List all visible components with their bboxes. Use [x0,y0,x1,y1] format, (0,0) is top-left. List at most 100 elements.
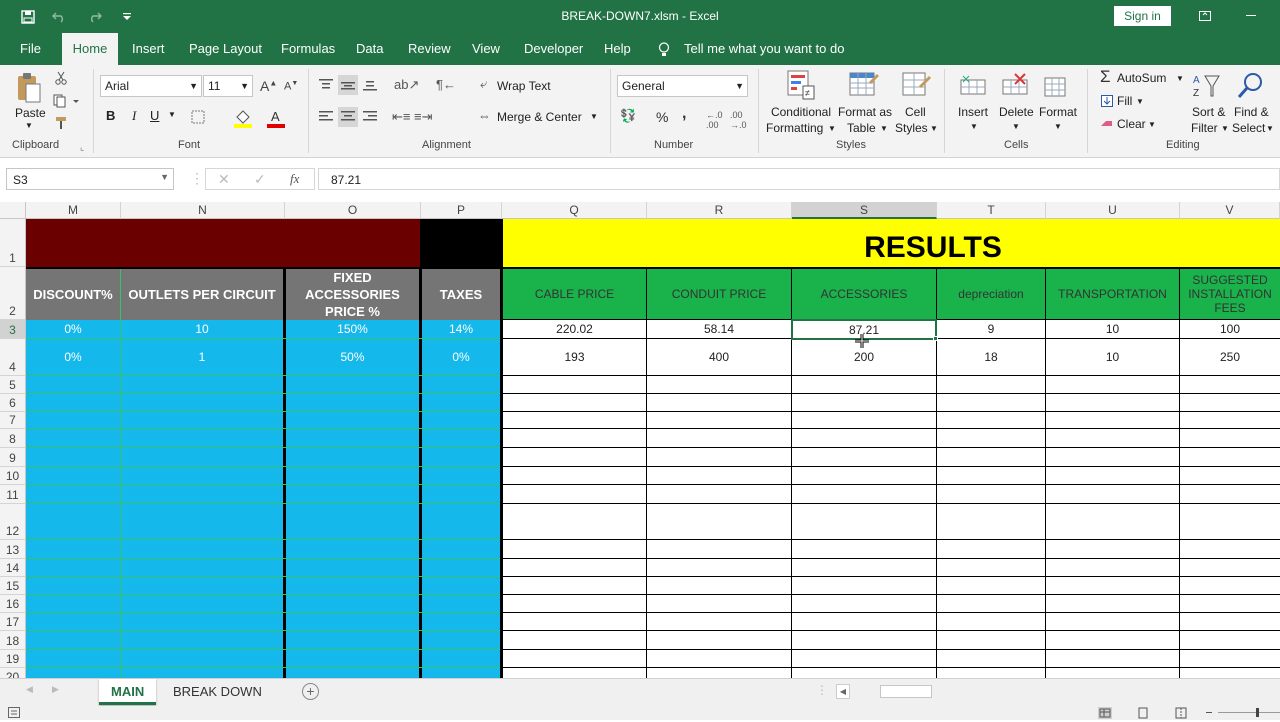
paste-button[interactable]: Paste [15,106,46,120]
conditional-formatting-label-1[interactable]: Conditional [768,105,834,119]
font-color-icon[interactable]: A [265,107,287,129]
format-dropdown-icon[interactable]: ▼ [1054,122,1062,131]
row-header[interactable]: 11 [0,485,26,504]
cell-n4[interactable]: 1 [121,339,283,375]
fill-color-icon[interactable] [232,107,254,129]
row-header[interactable]: 4 [0,339,26,376]
macro-recording-icon[interactable] [8,707,20,718]
row-header[interactable]: 19 [0,650,26,668]
cell-u4[interactable]: 10 [1046,339,1179,375]
find-select-icon[interactable] [1236,71,1266,101]
row-header[interactable]: 6 [0,394,26,412]
decrease-decimal-icon[interactable]: .00 →.0 [730,110,747,130]
cell-q4[interactable]: 193 [503,339,646,375]
name-box-dropdown-icon[interactable]: ▼ [160,172,169,182]
sort-filter-icon[interactable]: AZ [1192,71,1222,101]
header-suggested-installation-fees[interactable]: SUGGESTED INSTALLATION FEES [1180,269,1280,319]
bottom-align-icon[interactable] [360,75,380,95]
column-header-m[interactable]: M [26,202,121,219]
header-accessories[interactable]: ACCESSORIES [792,269,936,319]
conditional-formatting-label-2[interactable]: Formatting [766,121,823,135]
sheet-tab-main[interactable]: MAIN [99,679,157,705]
row-header[interactable]: 7 [0,412,26,429]
tab-split-grip-icon[interactable]: ⋮ [816,683,828,697]
row-header[interactable]: 3 [0,320,26,339]
cell-q3[interactable]: 220.02 [503,320,646,338]
insert-cells-icon[interactable] [958,71,988,101]
formula-input[interactable]: 87.21 [318,168,1280,190]
add-sheet-icon[interactable]: + [302,683,319,700]
insert-cells-button[interactable]: Insert [958,105,988,119]
column-header-u[interactable]: U [1046,202,1180,219]
paste-dropdown-icon[interactable]: ▼ [25,121,33,130]
column-header-q[interactable]: Q [502,202,647,219]
conditional-formatting-dropdown-icon[interactable]: ▼ [828,124,836,133]
row-header[interactable]: 9 [0,448,26,467]
find-select-dropdown-icon[interactable]: ▼ [1266,124,1274,133]
delete-cells-button[interactable]: Delete [999,105,1034,119]
row-header[interactable]: 13 [0,540,26,559]
horizontal-scroll-thumb[interactable] [880,685,932,698]
paste-icon[interactable] [14,71,44,105]
orientation-icon[interactable]: ab↗ [394,77,419,93]
tab-insert[interactable]: Insert [124,33,173,65]
tab-help[interactable]: Help [596,33,639,65]
column-header-o[interactable]: O [285,202,421,219]
tab-developer[interactable]: Developer [516,33,591,65]
clear-icon[interactable] [1100,117,1114,131]
increase-decimal-icon[interactable]: ←.0.00 [706,110,723,130]
row-header[interactable]: 1 [0,219,26,267]
tell-me-search[interactable]: Tell me what you want to do [676,33,852,65]
accounting-format-icon[interactable]: 💱 [620,108,636,124]
previous-sheet-icon[interactable]: ◀ [26,684,33,695]
fill-button[interactable]: Fill [1117,94,1132,108]
underline-button[interactable]: U [150,108,159,123]
tab-page-layout[interactable]: Page Layout [181,33,270,65]
page-layout-view-icon[interactable] [1136,707,1150,719]
select-all-corner[interactable] [0,202,26,219]
column-header-s[interactable]: S [792,202,937,219]
zoom-out-icon[interactable] [1206,712,1212,713]
cell-r3[interactable]: 58.14 [647,320,791,338]
clear-button[interactable]: Clear [1117,117,1146,131]
header-depreciation[interactable]: depreciation [937,269,1045,319]
merge-center-icon[interactable]: ⇔ [478,108,491,123]
cell-styles-label-1[interactable]: Cell [905,105,926,119]
row-header[interactable]: 12 [0,504,26,540]
row-header[interactable]: 15 [0,577,26,595]
row-header[interactable]: 14 [0,559,26,577]
cell-v4[interactable]: 250 [1180,339,1280,375]
header-conduit-price[interactable]: CONDUIT PRICE [647,269,791,319]
header-cable-price[interactable]: CABLE PRICE [503,269,646,319]
autosum-icon[interactable]: Σ [1100,67,1111,87]
sort-filter-dropdown-icon[interactable]: ▼ [1221,124,1229,133]
percent-style-button[interactable]: % [656,109,668,125]
row-header[interactable]: 10 [0,467,26,485]
cell-o4[interactable]: 50% [286,339,419,375]
merge-center-button[interactable]: Merge & Center [497,110,582,124]
header-outlets-per-circuit[interactable]: OUTLETS PER CIRCUIT [121,269,283,320]
cell-styles-label-2[interactable]: Styles [895,121,928,135]
zoom-slider[interactable] [1218,712,1280,713]
cell-m4[interactable]: 0% [26,339,120,375]
find-select-label-1[interactable]: Find & [1234,105,1269,119]
decrease-indent-icon[interactable]: ⇤≡ [392,109,410,125]
format-as-table-label-2[interactable]: Table [847,121,876,135]
zoom-slider-thumb[interactable] [1256,708,1259,717]
header-discount[interactable]: DISCOUNT% [26,269,120,320]
cell-t4[interactable]: 18 [937,339,1045,375]
row-header[interactable]: 16 [0,595,26,613]
font-size-select[interactable]: 11 ▼ [203,75,253,97]
ribbon-display-options-icon[interactable] [1196,8,1214,24]
cell-v3[interactable]: 100 [1180,320,1280,338]
scroll-left-icon[interactable]: ◀ [836,684,850,699]
cell-r4[interactable]: 400 [647,339,791,375]
cell-styles-icon[interactable] [900,69,932,101]
underline-dropdown-icon[interactable]: ▼ [168,110,176,119]
cell-p4[interactable]: 0% [422,339,500,375]
enter-icon[interactable]: ✓ [254,171,266,188]
merge-dropdown-icon[interactable]: ▼ [590,112,598,121]
align-right-icon[interactable] [360,107,380,127]
format-as-table-icon[interactable] [848,69,880,101]
tab-review[interactable]: Review [400,33,459,65]
